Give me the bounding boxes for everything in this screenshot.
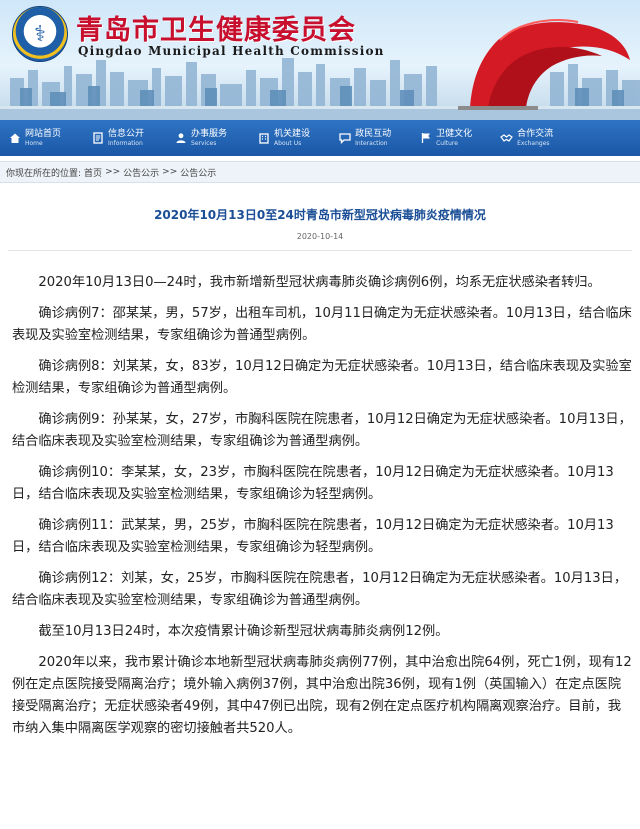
header-banner: ⚕ 青岛市卫生健康委员会 Qingdao Municipal Health Co…: [0, 0, 640, 120]
breadcrumb-separator: >>: [162, 167, 178, 177]
article-paragraph: 确诊病例12：刘某，女，25岁，市胸科医院在院患者，10月12日确定为无症状感染…: [12, 571, 628, 608]
nav-label: 合作交流: [517, 128, 554, 139]
breadcrumb: 你现在所在的位置: 首页 >> 公告公示 >> 公告公示: [0, 161, 640, 183]
breadcrumb-current-link[interactable]: 公告公示: [180, 166, 216, 179]
site-title: 青岛市卫生健康委员会: [76, 15, 356, 46]
article-paragraph: 确诊病例11：武某某，男，25岁，市胸科医院在院患者，10月12日确定为无症状感…: [12, 518, 614, 555]
document-icon: [91, 132, 104, 145]
nav-item-exchanges[interactable]: 合作交流 Exchanges: [500, 120, 553, 156]
article-paragraph: 截至10月13日24时，本次疫情累计确诊新型冠状病毒肺炎病例12例。: [38, 624, 449, 639]
nav-item-culture[interactable]: 卫健文化 Culture: [419, 120, 472, 156]
nav-label: 机关建设: [274, 128, 311, 139]
commission-logo: ⚕: [12, 6, 68, 62]
nav-label: 网站首页: [25, 128, 62, 139]
article-date: 2020-10-14: [296, 232, 344, 241]
nav-item-about-us[interactable]: 机关建设 About Us: [257, 120, 310, 156]
breadcrumb-separator: >>: [105, 167, 121, 177]
nav-label: 办事服务: [191, 128, 228, 139]
person-icon: [174, 132, 187, 145]
caduceus-icon: ⚕: [34, 21, 46, 47]
title-divider: [8, 250, 632, 251]
handshake-icon: [500, 132, 513, 145]
nav-item-home[interactable]: 网站首页 Home: [8, 120, 61, 156]
nav-label-en: Exchanges: [517, 139, 550, 147]
article-body: 2020年10月13日0—24时，我市新增新型冠状病毒肺炎确诊病例6例，均系无症…: [12, 272, 634, 749]
nav-item-interaction[interactable]: 政民互动 Interaction: [338, 120, 391, 156]
nav-label-en: Culture: [436, 139, 458, 147]
article-paragraph: 确诊病例9：孙某某，女，27岁，市胸科医院在院患者，10月12日确定为无症状感染…: [12, 412, 632, 449]
nav-item-services[interactable]: 办事服务 Services: [174, 120, 227, 156]
breadcrumb-prefix: 你现在所在的位置:: [6, 168, 82, 179]
main-nav: 网站首页 Home 信息公开 Information 办事服务 Services…: [0, 120, 640, 156]
flag-icon: [419, 132, 432, 145]
article-title: 2020年10月13日0至24时青岛市新型冠状病毒肺炎疫情情况: [154, 208, 486, 222]
nav-label-en: Services: [191, 139, 217, 147]
sculpture-illustration: [458, 19, 630, 110]
breadcrumb-notices-link[interactable]: 公告公示: [123, 166, 159, 179]
article-paragraph: 确诊病例10：李某某，女，23岁，市胸科医院在院患者，10月12日确定为无症状感…: [12, 465, 614, 502]
home-icon: [8, 132, 21, 145]
nav-item-information[interactable]: 信息公开 Information: [91, 120, 144, 156]
chat-icon: [338, 132, 351, 145]
article-paragraph: 确诊病例7：邵某某，男，57岁，出租车司机，10月11日确定为无症状感染者。10…: [12, 306, 632, 343]
breadcrumb-home-link[interactable]: 首页: [84, 166, 102, 179]
nav-label: 信息公开: [108, 128, 145, 139]
site-subtitle: Qingdao Municipal Health Commission: [78, 44, 385, 58]
nav-label-en: Interaction: [355, 139, 388, 147]
nav-label-en: Information: [108, 139, 143, 147]
nav-label-en: About Us: [274, 139, 302, 147]
article-paragraph: 2020年以来，我市累计确诊本地新型冠状病毒肺炎病例77例，其中治愈出院64例，…: [12, 655, 632, 736]
building-icon: [257, 132, 270, 145]
nav-label-en: Home: [25, 139, 43, 147]
article-paragraph: 确诊病例8：刘某某，女，83岁，10月12日确定为无症状感染者。10月13日，结…: [12, 359, 632, 396]
nav-label: 政民互动: [355, 128, 392, 139]
nav-label: 卫健文化: [436, 128, 473, 139]
article-paragraph: 2020年10月13日0—24时，我市新增新型冠状病毒肺炎确诊病例6例，均系无症…: [38, 275, 601, 290]
